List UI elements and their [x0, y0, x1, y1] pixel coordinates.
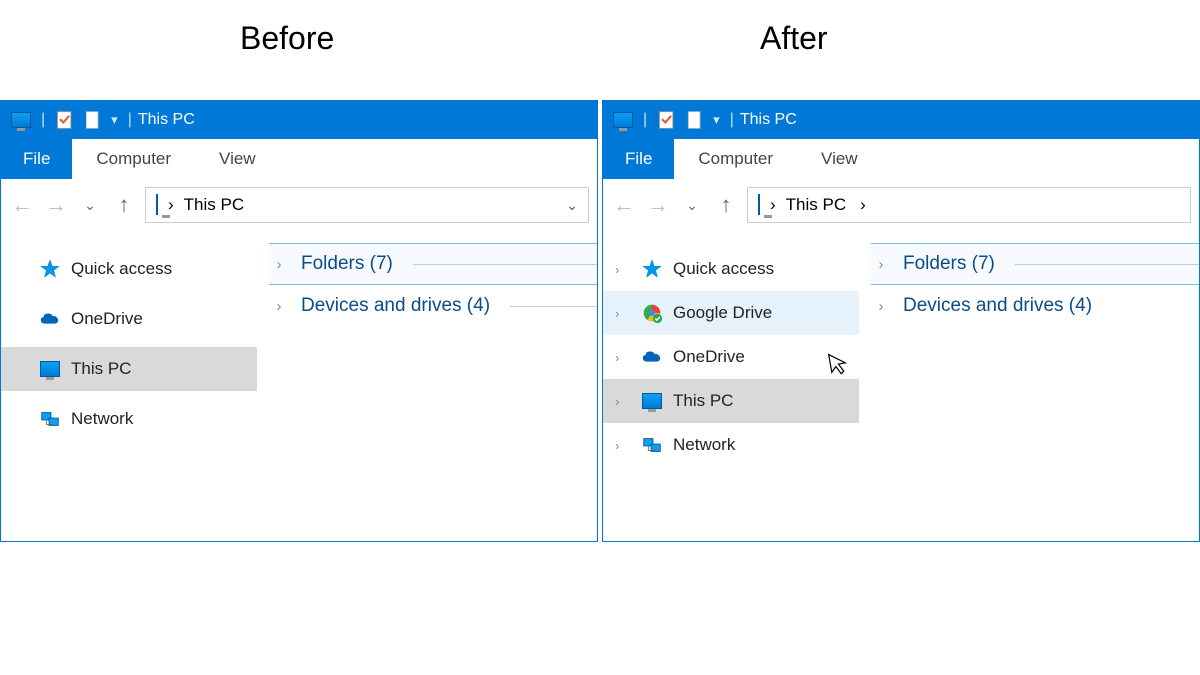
monitor-icon	[758, 195, 760, 215]
section-label: Folders (7)	[903, 253, 995, 275]
view-tab[interactable]: View	[797, 139, 882, 179]
sidebar-item-label: OneDrive	[673, 347, 745, 367]
sidebar-item-onedrive[interactable]: OneDrive	[1, 297, 257, 341]
breadcrumb-location[interactable]: This PC	[184, 195, 244, 215]
monitor-icon	[613, 112, 633, 128]
explorer-window-before: | ▾ | This PC File Computer View ← → ⌄ ↑…	[0, 100, 598, 542]
expand-chevron-icon[interactable]: ›	[615, 394, 631, 409]
monitor-icon	[156, 195, 158, 215]
divider-line	[510, 306, 597, 307]
view-tab[interactable]: View	[195, 139, 280, 179]
after-label: After	[760, 20, 828, 57]
divider: |	[41, 111, 45, 129]
sidebar-item-quick-access[interactable]: Quick access	[1, 247, 257, 291]
menubar: File Computer View	[603, 139, 1199, 179]
devices-section[interactable]: › Devices and drives (4)	[871, 285, 1199, 327]
sidebar: › Quick access › Google Drive › OneDrive › This…	[603, 231, 859, 541]
blank-doc-icon[interactable]	[685, 110, 705, 130]
devices-section[interactable]: › Devices and drives (4)	[269, 285, 597, 327]
window-title: This PC	[138, 111, 195, 129]
before-label: Before	[240, 20, 334, 57]
sidebar-item-this-pc[interactable]: › This PC	[603, 379, 859, 423]
computer-tab[interactable]: Computer	[674, 139, 797, 179]
dropdown-icon[interactable]: ▾	[713, 112, 720, 128]
nav-toolbar: ← → ⌄ ↑ › This PC ›	[603, 179, 1199, 231]
cloud-icon	[39, 308, 61, 330]
file-tab[interactable]: File	[603, 139, 674, 179]
breadcrumb-sep: ›	[770, 195, 776, 215]
chevron-right-icon: ›	[269, 256, 289, 273]
folders-section[interactable]: › Folders (7)	[269, 243, 597, 285]
section-label: Devices and drives (4)	[301, 295, 490, 317]
section-label: Folders (7)	[301, 253, 393, 275]
sidebar-item-network[interactable]: › Network	[603, 423, 859, 467]
sidebar-item-label: Network	[71, 409, 133, 429]
back-button[interactable]: ←	[611, 192, 637, 218]
sidebar-item-label: Quick access	[71, 259, 172, 279]
chevron-right-icon: ›	[871, 256, 891, 273]
titlebar[interactable]: | ▾ | This PC	[603, 101, 1199, 139]
sidebar-item-network[interactable]: Network	[1, 397, 257, 441]
sidebar-item-label: Quick access	[673, 259, 774, 279]
network-icon	[39, 408, 61, 430]
sidebar-item-label: Google Drive	[673, 303, 772, 323]
chevron-down-icon[interactable]: ⌄	[566, 197, 578, 214]
monitor-icon	[641, 390, 663, 412]
gdrive-icon	[641, 302, 663, 324]
recent-dropdown[interactable]: ⌄	[77, 197, 103, 214]
sidebar-item-label: This PC	[71, 359, 131, 379]
sidebar-item-this-pc[interactable]: This PC	[1, 347, 257, 391]
check-doc-icon[interactable]	[657, 110, 677, 130]
breadcrumb-sep: ›	[860, 195, 866, 215]
menubar: File Computer View	[1, 139, 597, 179]
sidebar-item-label: This PC	[673, 391, 733, 411]
breadcrumb-location[interactable]: This PC	[786, 195, 846, 215]
section-label: Devices and drives (4)	[903, 295, 1092, 317]
file-tab[interactable]: File	[1, 139, 72, 179]
blank-doc-icon[interactable]	[83, 110, 103, 130]
chevron-right-icon: ›	[269, 298, 289, 315]
back-button[interactable]: ←	[9, 192, 35, 218]
nav-toolbar: ← → ⌄ ↑ › This PC ⌄	[1, 179, 597, 231]
breadcrumb-sep: ›	[168, 195, 174, 215]
sidebar-item-quick-access[interactable]: › Quick access	[603, 247, 859, 291]
sidebar-item-label: OneDrive	[71, 309, 143, 329]
sidebar-item-label: Network	[673, 435, 735, 455]
expand-chevron-icon[interactable]: ›	[615, 262, 631, 277]
divider: |	[128, 111, 132, 129]
sidebar: Quick access OneDrive This PC Network	[1, 231, 257, 541]
forward-button[interactable]: →	[43, 192, 69, 218]
sidebar-item-google-drive[interactable]: › Google Drive	[603, 291, 859, 335]
folders-section[interactable]: › Folders (7)	[871, 243, 1199, 285]
expand-chevron-icon[interactable]: ›	[615, 306, 631, 321]
titlebar[interactable]: | ▾ | This PC	[1, 101, 597, 139]
recent-dropdown[interactable]: ⌄	[679, 197, 705, 214]
cloud-icon	[641, 346, 663, 368]
dropdown-icon[interactable]: ▾	[111, 112, 118, 128]
up-button[interactable]: ↑	[111, 192, 137, 218]
divider: |	[643, 111, 647, 129]
up-button[interactable]: ↑	[713, 192, 739, 218]
divider-line	[1015, 264, 1199, 265]
check-doc-icon[interactable]	[55, 110, 75, 130]
content-pane: › Folders (7) › Devices and drives (4)	[859, 231, 1199, 541]
sidebar-item-onedrive[interactable]: › OneDrive	[603, 335, 859, 379]
expand-chevron-icon[interactable]: ›	[615, 350, 631, 365]
divider-line	[413, 264, 597, 265]
expand-chevron-icon[interactable]: ›	[615, 438, 631, 453]
star-icon	[39, 258, 61, 280]
divider: |	[730, 111, 734, 129]
chevron-right-icon: ›	[871, 298, 891, 315]
computer-tab[interactable]: Computer	[72, 139, 195, 179]
forward-button[interactable]: →	[645, 192, 671, 218]
network-icon	[641, 434, 663, 456]
content-pane: › Folders (7) › Devices and drives (4)	[257, 231, 597, 541]
star-icon	[641, 258, 663, 280]
monitor-icon	[11, 112, 31, 128]
explorer-window-after: | ▾ | This PC File Computer View ← → ⌄ ↑…	[602, 100, 1200, 542]
window-title: This PC	[740, 111, 797, 129]
address-bar[interactable]: › This PC ⌄	[145, 187, 589, 223]
monitor-icon	[39, 358, 61, 380]
address-bar[interactable]: › This PC ›	[747, 187, 1191, 223]
